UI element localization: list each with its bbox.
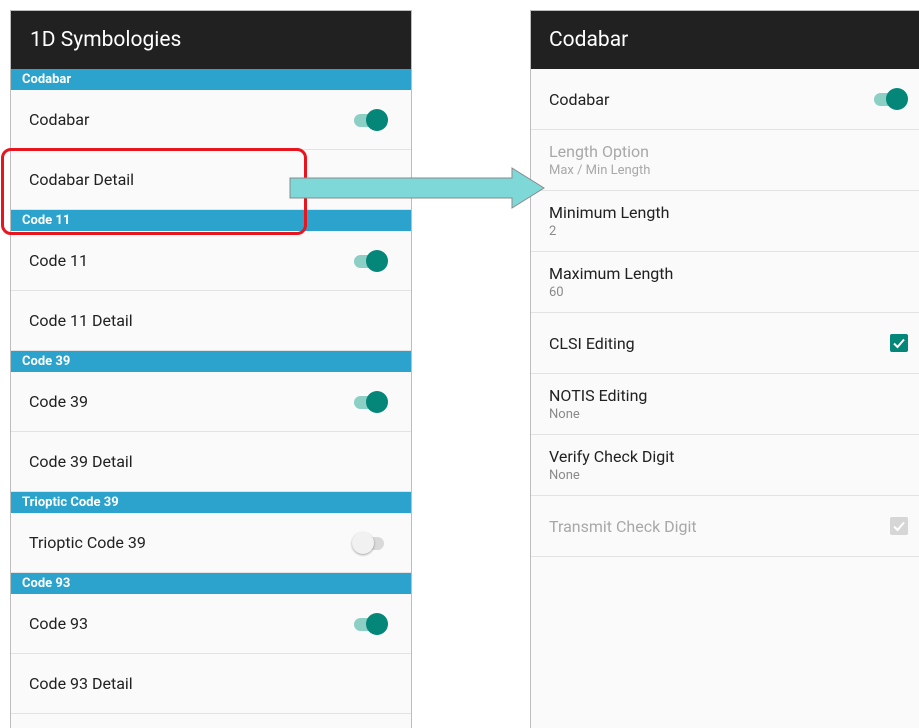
pref-verify-check-digit[interactable]: Verify Check Digit None xyxy=(531,435,919,496)
pref-summary: None xyxy=(549,407,580,422)
pref-summary: 2 xyxy=(549,224,557,239)
row-label: Code 11 Detail xyxy=(29,311,133,330)
row-label: Codabar xyxy=(29,110,90,129)
setting-row-trioptic-code-39[interactable]: Trioptic Code 39 xyxy=(11,513,411,573)
pref-title: Length Option xyxy=(549,142,650,161)
section-header-code-39: Code 39 xyxy=(11,351,411,372)
pref-summary: None xyxy=(549,468,580,483)
symbologies-screen: 1D Symbologies Codabar Codabar Codabar D… xyxy=(10,10,412,728)
app-bar: Codabar xyxy=(531,11,919,69)
pref-length-option: Length Option Max / Min Length xyxy=(531,130,919,191)
check-icon xyxy=(893,521,905,532)
pref-title: CLSI Editing xyxy=(549,333,635,353)
code-93-toggle[interactable] xyxy=(352,612,388,635)
section-header-code-93: Code 93 xyxy=(11,573,411,594)
section-header-trioptic-code-39: Trioptic Code 39 xyxy=(11,492,411,513)
codabar-detail-screen: Codabar Codabar Length Option Max / Min … xyxy=(530,10,919,728)
codabar-toggle[interactable] xyxy=(352,108,388,131)
pref-transmit-check-digit: Transmit Check Digit xyxy=(531,496,919,557)
setting-row-code-11-detail[interactable]: Code 11 Detail xyxy=(11,291,411,351)
pref-notis-editing[interactable]: NOTIS Editing None xyxy=(531,374,919,435)
pref-title: Codabar xyxy=(549,89,610,109)
row-label: Code 11 xyxy=(29,251,88,270)
setting-row-code-93-detail[interactable]: Code 93 Detail xyxy=(11,654,411,714)
pref-codabar[interactable]: Codabar xyxy=(531,69,919,130)
setting-row-code-93[interactable]: Code 93 xyxy=(11,594,411,654)
page-title: Codabar xyxy=(549,28,629,52)
code-39-toggle[interactable] xyxy=(352,390,388,413)
pref-title: Transmit Check Digit xyxy=(549,516,697,536)
pref-summary: Max / Min Length xyxy=(549,163,651,178)
trioptic-code-39-toggle[interactable] xyxy=(352,531,388,554)
row-label: Code 39 xyxy=(29,392,88,411)
setting-row-code-11[interactable]: Code 11 xyxy=(11,231,411,291)
pref-minimum-length[interactable]: Minimum Length 2 xyxy=(531,191,919,252)
setting-row-code-39[interactable]: Code 39 xyxy=(11,372,411,432)
setting-row-code-39-detail[interactable]: Code 39 Detail xyxy=(11,432,411,492)
check-icon xyxy=(893,338,905,349)
section-header-codabar: Codabar xyxy=(11,69,411,90)
pref-title: Maximum Length xyxy=(549,264,674,283)
pref-title: Verify Check Digit xyxy=(549,447,675,466)
pref-clsi-editing[interactable]: CLSI Editing xyxy=(531,313,919,374)
setting-row-codabar[interactable]: Codabar xyxy=(11,90,411,150)
pref-summary: 60 xyxy=(549,285,564,300)
pref-title: Minimum Length xyxy=(549,203,670,222)
clsi-editing-checkbox[interactable] xyxy=(890,334,908,352)
page-title: 1D Symbologies xyxy=(30,28,182,52)
pref-title: NOTIS Editing xyxy=(549,386,648,405)
app-bar: 1D Symbologies xyxy=(11,11,411,69)
codabar-enable-toggle[interactable] xyxy=(872,88,908,110)
transmit-check-digit-checkbox xyxy=(890,517,908,535)
pref-maximum-length[interactable]: Maximum Length 60 xyxy=(531,252,919,313)
row-label: Trioptic Code 39 xyxy=(29,533,146,552)
row-label: Code 93 Detail xyxy=(29,674,133,693)
highlight-box xyxy=(1,148,307,235)
row-label: Code 93 xyxy=(29,614,88,633)
right-arrow-icon xyxy=(289,167,545,209)
row-label: Code 39 Detail xyxy=(29,452,133,471)
code-11-toggle[interactable] xyxy=(352,249,388,272)
